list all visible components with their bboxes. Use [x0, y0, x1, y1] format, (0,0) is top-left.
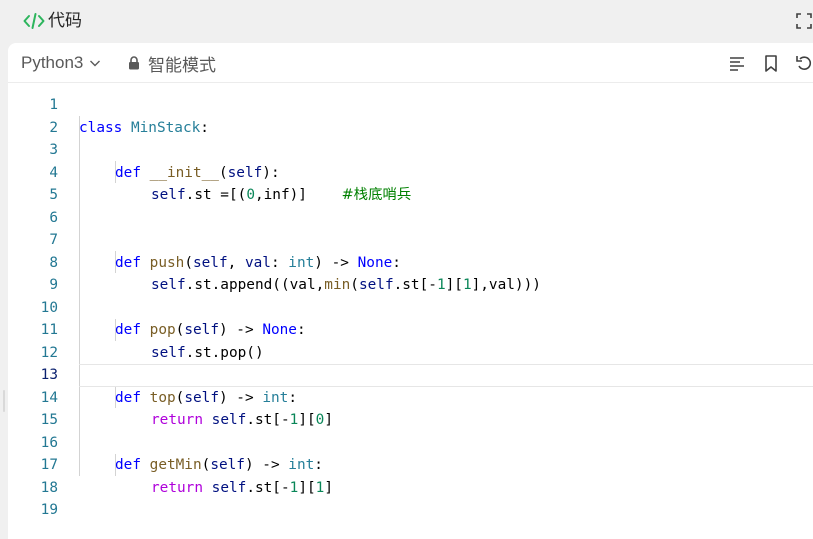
code-token: .st[- — [393, 277, 437, 293]
code-token: self — [151, 187, 186, 203]
code-token: self — [358, 277, 394, 293]
panel-title: 代码 — [48, 11, 82, 31]
code-line: def getMin(self) -> int: — [8, 432, 813, 473]
code-token: self — [211, 479, 247, 496]
code-token: class — [79, 119, 131, 136]
code-token: self — [151, 277, 186, 293]
code-line: return self.st[-1][1] — [8, 454, 813, 496]
chevron-down-icon — [90, 60, 101, 67]
code-token: .st[- — [246, 412, 290, 428]
code-token: self — [211, 412, 247, 428]
code-token: ] — [324, 412, 333, 428]
code-token: ][ — [298, 479, 316, 496]
code-editor: Python3 智能模式 1 2 3 4 5 6 7 8 9 10 11 12 … — [8, 43, 813, 539]
code-panel: 代码 Python3 智能模式 1 2 3 4 5 6 7 8 9 10 11 … — [0, 0, 813, 539]
code-line: def __init__(self): — [8, 139, 813, 181]
code-token: 1 — [315, 479, 325, 496]
code-line: def pop(self) -> None: — [8, 297, 813, 338]
code-token: .st =[( — [185, 187, 247, 203]
code-line: self.st.append((val,min(self.st[-1][1],v… — [8, 252, 813, 293]
code-token: ][ — [298, 412, 316, 428]
code-token: : — [200, 119, 209, 136]
editor-toolbar: Python3 智能模式 — [8, 43, 813, 83]
lock-icon — [129, 56, 139, 70]
code-token: 1 — [436, 277, 446, 293]
code-token: ,inf)] — [254, 187, 342, 203]
code-line: class MinStack: — [8, 94, 813, 136]
code-line: return self.st[-1][0] — [8, 387, 813, 428]
code-icon — [23, 13, 45, 29]
resize-handle[interactable] — [3, 390, 5, 412]
code-token: .st.append((val, — [185, 277, 325, 293]
code-line: def top(self) -> int: — [8, 364, 813, 406]
mode-label: 智能模式 — [148, 55, 216, 76]
panel-titlebar: 代码 — [0, 0, 813, 42]
language-select[interactable]: Python3 — [21, 52, 101, 74]
bookmark-icon[interactable] — [761, 53, 781, 73]
code-token: ][ — [445, 277, 463, 293]
code-line: def push(self, val: int) -> None: — [8, 229, 813, 271]
code-line: self.st.pop() — [8, 319, 813, 361]
code-token: 0 — [315, 412, 325, 428]
code-token: 1 — [462, 277, 472, 293]
undo-icon[interactable] — [794, 53, 813, 73]
format-align-icon[interactable] — [727, 53, 747, 73]
code-token: self — [151, 344, 186, 361]
code-line: self.st =[(0,inf)] #栈底哨兵 — [8, 162, 813, 203]
code-token: 1 — [289, 479, 299, 496]
smart-mode-indicator[interactable]: 智能模式 — [128, 52, 216, 76]
code-token: .st.pop() — [185, 344, 264, 361]
fullscreen-icon[interactable] — [795, 12, 813, 30]
code-token: ],val))) — [471, 277, 541, 293]
code-token: .st[- — [246, 479, 290, 496]
code-token: 1 — [289, 412, 299, 428]
code-comment: #栈底哨兵 — [341, 187, 412, 203]
code-token: ] — [324, 479, 333, 496]
code-token: MinStack — [130, 119, 201, 136]
code-area[interactable]: 1 2 3 4 5 6 7 8 9 10 11 12 13 14 15 16 1… — [8, 84, 813, 539]
code-token: return — [151, 412, 212, 428]
code-token: min — [324, 277, 351, 293]
language-label: Python3 — [21, 53, 84, 72]
code-token: return — [151, 479, 212, 496]
code-token: 0 — [246, 187, 255, 203]
code-token: ( — [350, 277, 359, 293]
